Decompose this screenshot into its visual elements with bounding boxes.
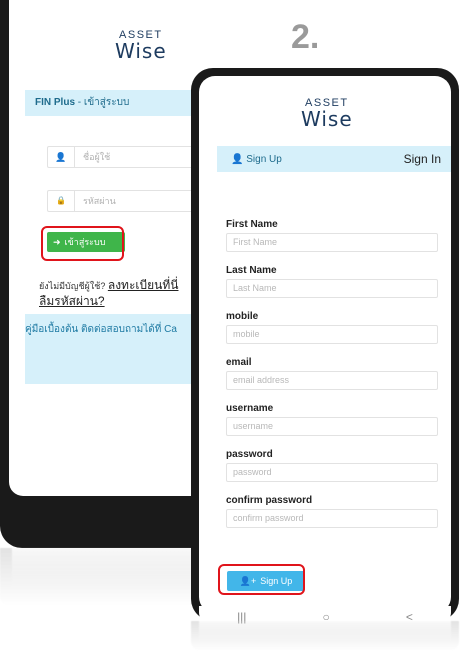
- username-placeholder: ชื่อผู้ใช้: [83, 152, 111, 162]
- first-name-label: First Name: [226, 219, 278, 230]
- email-group: email email address: [226, 357, 438, 390]
- signup-phone: ASSET Wise 👤 Sign Up Sign In First Name …: [191, 68, 459, 627]
- confirm-password-group: confirm password confirm password: [226, 495, 438, 528]
- signup-button-highlight: [218, 564, 305, 595]
- signup-screen: ASSET Wise 👤 Sign Up Sign In First Name …: [199, 76, 451, 613]
- tab-signup-label: Sign Up: [246, 153, 282, 165]
- first-name-field[interactable]: First Name: [226, 233, 438, 252]
- password-group: password password: [226, 449, 438, 482]
- signup-form: First Name First Name Last Name Last Nam…: [226, 219, 438, 541]
- assetwise-logo: ASSET Wise: [115, 30, 167, 63]
- confirm-password-label: confirm password: [226, 495, 313, 506]
- logo-line2: Wise: [115, 39, 167, 63]
- tab-signup[interactable]: 👤 Sign Up: [217, 154, 282, 165]
- mobile-group: mobile mobile: [226, 311, 438, 344]
- password-field[interactable]: password: [226, 463, 438, 482]
- email-field[interactable]: email address: [226, 371, 438, 390]
- logo2-line2: Wise: [301, 107, 353, 131]
- username-field[interactable]: username: [226, 417, 438, 436]
- assetwise-logo-2: ASSET Wise: [301, 98, 353, 131]
- password-label: password: [226, 449, 273, 460]
- user-icon: 👤: [48, 147, 75, 167]
- tab-signin[interactable]: Sign In: [404, 152, 451, 166]
- login-header-app: FIN Plus: [35, 97, 76, 108]
- last-name-field[interactable]: Last Name: [226, 279, 438, 298]
- lock-icon: 🔒: [48, 191, 75, 211]
- auth-tabs: 👤 Sign Up Sign In: [217, 146, 451, 172]
- last-name-group: Last Name Last Name: [226, 265, 438, 298]
- email-label: email: [226, 357, 252, 368]
- forgot-password-link[interactable]: ลืมรหัสผ่าน?: [39, 294, 105, 308]
- last-name-label: Last Name: [226, 265, 277, 276]
- no-account-text: ยังไม่มีบัญชีผู้ใช้?: [39, 281, 108, 291]
- mobile-field[interactable]: mobile: [226, 325, 438, 344]
- login-header-rest: - เข้าสู่ระบบ: [75, 97, 130, 108]
- user-icon-small: 👤: [231, 153, 244, 165]
- mobile-label: mobile: [226, 311, 259, 322]
- confirm-password-field[interactable]: confirm password: [226, 509, 438, 528]
- first-name-group: First Name First Name: [226, 219, 438, 252]
- login-button-highlight: [41, 226, 124, 261]
- username-group: username username: [226, 403, 438, 436]
- signup-phone-reflection: [191, 621, 459, 651]
- step-number: 2.: [291, 18, 320, 56]
- password-placeholder: รหัสผ่าน: [83, 196, 116, 206]
- username-label: username: [226, 403, 274, 414]
- register-link[interactable]: ลงทะเบียนที่นี่: [108, 278, 179, 292]
